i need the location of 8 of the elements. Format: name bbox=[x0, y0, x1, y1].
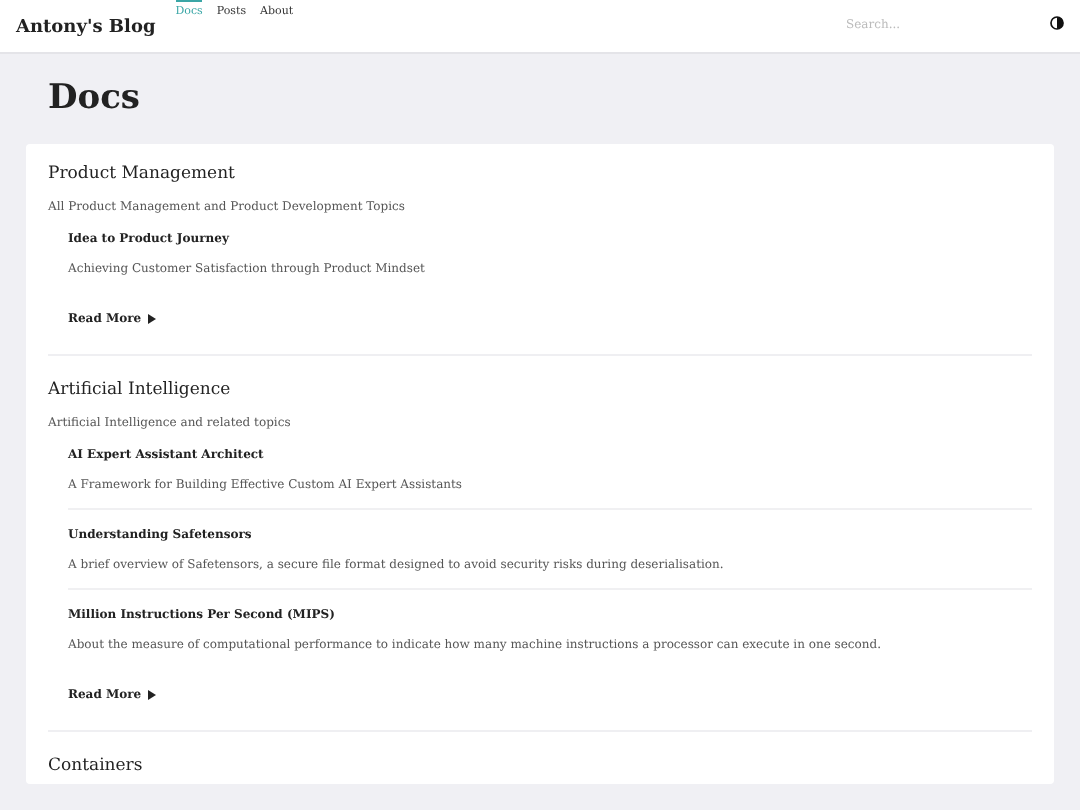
section-title: Product Management bbox=[48, 164, 237, 184]
section-title: Containers bbox=[48, 756, 145, 776]
page-title: Docs bbox=[48, 78, 143, 118]
section-title: Artificial Intelligence bbox=[48, 380, 233, 400]
theme-toggle-icon[interactable] bbox=[1050, 16, 1064, 30]
caret-icon bbox=[147, 690, 156, 700]
blog-title[interactable]: Antony's Blog bbox=[16, 18, 156, 38]
caret-icon bbox=[147, 314, 156, 324]
